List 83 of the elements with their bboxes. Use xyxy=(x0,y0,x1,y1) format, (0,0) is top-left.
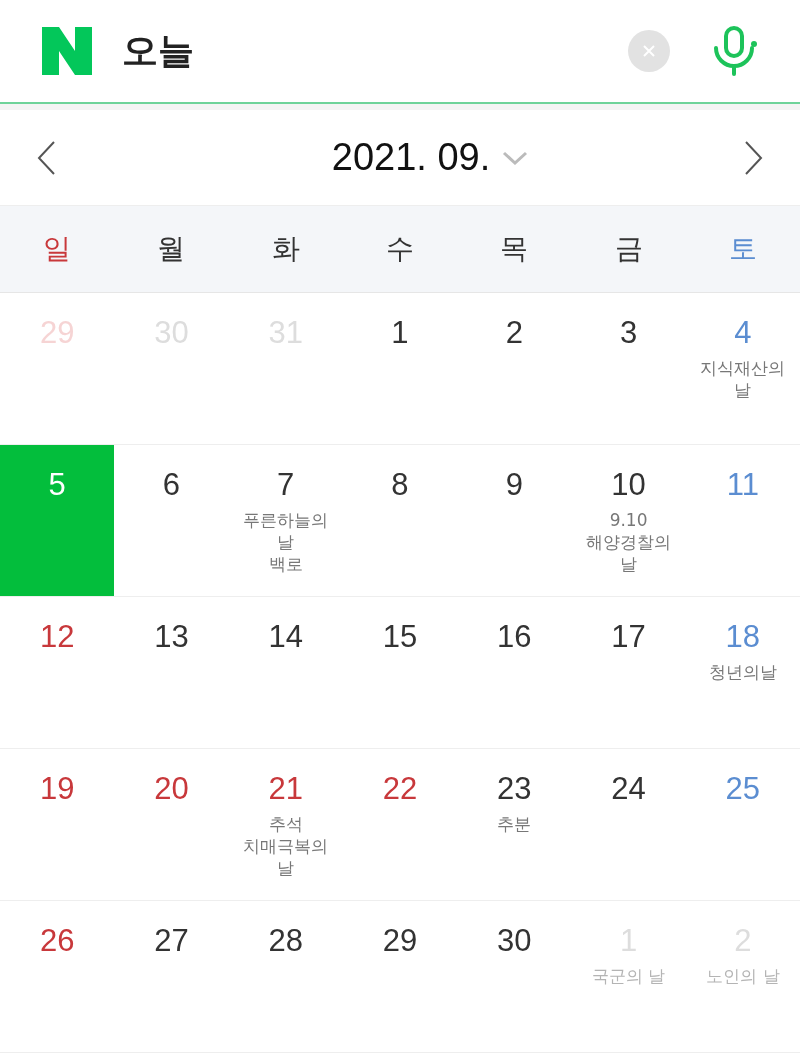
day-event: 국군의 날 xyxy=(591,965,666,988)
day-cell[interactable]: 29 xyxy=(342,901,458,1053)
day-cell[interactable]: 20 xyxy=(114,749,229,901)
search-query[interactable]: 오늘 xyxy=(122,26,628,76)
day-event: 추분 xyxy=(497,813,532,836)
chevron-down-icon[interactable] xyxy=(502,150,529,165)
day-number: 15 xyxy=(382,619,418,655)
day-cell[interactable]: 13 xyxy=(114,597,229,749)
day-cell[interactable]: 16 xyxy=(457,597,572,749)
day-cell[interactable]: 7 푸른하늘의 날 백로 xyxy=(228,445,343,597)
day-cell[interactable]: 4 지식재산의 날 xyxy=(685,293,800,445)
day-number: 16 xyxy=(497,619,532,655)
day-number: 21 xyxy=(268,771,303,807)
day-cell[interactable]: 15 xyxy=(342,597,458,749)
day-cell[interactable]: 19 xyxy=(0,749,115,901)
day-number: 29 xyxy=(382,923,418,959)
day-cell[interactable]: 1 xyxy=(342,293,458,445)
day-cell[interactable]: 27 xyxy=(114,901,229,1053)
day-cell[interactable]: 10 9.10 해양경찰의 날 xyxy=(571,445,686,597)
day-cell[interactable]: 24 xyxy=(571,749,686,901)
naver-logo-icon xyxy=(42,27,92,75)
day-number: 27 xyxy=(154,923,189,959)
day-number: 3 xyxy=(619,315,638,351)
day-cell[interactable]: 21 추석 치매극복의 날 xyxy=(228,749,343,901)
day-number: 1 xyxy=(391,315,409,351)
day-number: 22 xyxy=(382,771,418,807)
day-cell[interactable]: 6 xyxy=(114,445,229,597)
day-cell[interactable]: 17 xyxy=(571,597,686,749)
day-number: 7 xyxy=(277,467,295,503)
day-number: 14 xyxy=(268,619,303,655)
day-number: 9 xyxy=(505,467,523,503)
day-cell[interactable]: 23 추분 xyxy=(457,749,572,901)
day-event: 노인의 날 xyxy=(706,965,780,988)
next-month-icon[interactable] xyxy=(744,139,764,176)
day-number: 18 xyxy=(725,619,761,655)
day-cell[interactable]: 22 xyxy=(342,749,458,901)
day-number: 28 xyxy=(268,923,303,959)
day-cell[interactable]: 26 xyxy=(0,901,115,1053)
clear-button[interactable] xyxy=(628,30,670,72)
day-number: 4 xyxy=(734,315,752,351)
weekday-label: 월 xyxy=(156,231,187,267)
day-event: 푸른하늘의 날 xyxy=(242,509,330,554)
day-number: 5 xyxy=(48,467,66,503)
day-event: 추석 xyxy=(268,813,303,836)
day-number: 2 xyxy=(505,315,523,351)
weekday-label: 금 xyxy=(613,231,644,267)
day-number: 10 xyxy=(611,467,646,503)
day-number: 23 xyxy=(497,771,532,807)
day-cell[interactable]: 2 xyxy=(457,293,572,445)
month-title[interactable]: 2021. 09. xyxy=(331,136,491,179)
previous-month-icon[interactable] xyxy=(36,139,56,176)
day-cell[interactable]: 30 xyxy=(457,901,572,1053)
close-icon xyxy=(641,43,657,59)
day-cell[interactable]: 28 xyxy=(228,901,343,1053)
day-cell[interactable]: 8 xyxy=(342,445,458,597)
day-number: 6 xyxy=(162,467,181,503)
day-number: 26 xyxy=(39,923,75,959)
day-event: 해양경찰의 날 xyxy=(585,531,673,576)
day-number: 17 xyxy=(611,619,646,655)
day-cell[interactable]: 12 xyxy=(0,597,115,749)
day-number: 25 xyxy=(725,771,761,807)
day-number: 12 xyxy=(39,619,75,655)
weekday-label: 수 xyxy=(385,231,415,267)
day-number: 8 xyxy=(391,467,409,503)
day-number: 20 xyxy=(154,771,189,807)
day-number: 11 xyxy=(726,467,759,503)
day-event: 치매극복의 날 xyxy=(242,835,330,880)
day-number: 13 xyxy=(154,619,189,655)
day-cell[interactable]: 14 xyxy=(228,597,343,749)
day-event: 청년의날 xyxy=(708,661,777,684)
weekday-label: 토 xyxy=(727,231,758,267)
day-number: 30 xyxy=(497,923,532,959)
day-event: 백로 xyxy=(268,553,303,576)
day-event: 9.10 xyxy=(609,509,648,532)
day-cell[interactable]: 3 xyxy=(571,293,686,445)
day-event: 지식재산의 날 xyxy=(699,357,787,402)
weekday-label: 일 xyxy=(42,231,73,267)
weekday-label: 목 xyxy=(499,231,530,267)
day-number: 19 xyxy=(39,771,75,807)
weekday-label: 화 xyxy=(270,231,301,267)
day-cell[interactable]: 9 xyxy=(457,445,572,597)
day-cell[interactable]: 18 청년의날 xyxy=(685,597,800,749)
day-number: 24 xyxy=(611,771,646,807)
